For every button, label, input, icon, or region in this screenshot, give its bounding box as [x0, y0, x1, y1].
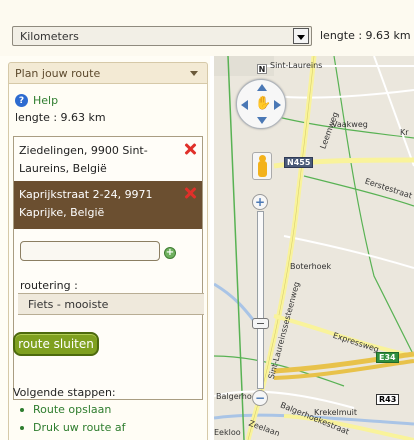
add-waypoint-icon[interactable]: + [164, 247, 176, 259]
pegman-body [258, 161, 267, 177]
waypoint-address: Ziedelingen, 9900 Sint-Laureins, België [19, 144, 148, 175]
map-pan-control[interactable]: N ✋ [236, 64, 286, 129]
plan-route-header[interactable]: Plan jouw route [8, 62, 208, 84]
step-print-route[interactable]: Druk uw route af [20, 421, 125, 434]
step-label[interactable]: Route opslaan [33, 403, 111, 416]
collapse-chevron-icon[interactable] [187, 71, 201, 76]
hand-icon[interactable]: ✋ [255, 96, 271, 111]
route-length-text: lengte : 9.63 km [15, 111, 106, 124]
routering-label: routering : [20, 279, 78, 292]
top-toolbar: Kilometers lengte : 9.63 km [0, 0, 414, 56]
zoom-slider-track[interactable] [257, 211, 264, 389]
map-label-boterhoek: Boterhoek [290, 262, 332, 271]
waypoint-item-selected[interactable]: Kaprijkstraat 2-24, 9971 Kaprijke, Belgi… [14, 181, 202, 229]
pan-left-icon[interactable] [241, 100, 248, 110]
map-label-sint-laureins: Sint-Laureins [270, 61, 323, 70]
pan-down-icon[interactable] [257, 117, 267, 124]
waypoint-address: Kaprijkstraat 2-24, 9971 Kaprijke, Belgi… [19, 188, 153, 219]
help-icon: ? [15, 94, 28, 107]
next-steps-label: Volgende stappen: [13, 386, 116, 399]
road-shield-e34: E34 [376, 352, 399, 363]
map-label-vaakweg: Vaakweg [332, 120, 368, 129]
zoom-slider-handle[interactable] [252, 317, 269, 329]
routering-select[interactable]: Fiets - mooiste [18, 293, 204, 315]
road-shield-r43: R43 [376, 394, 400, 405]
step-save-route[interactable]: Route opslaan [20, 403, 111, 416]
pan-up-icon[interactable] [257, 84, 267, 91]
waypoint-item[interactable]: Ziedelingen, 9900 Sint-Laureins, België [14, 137, 202, 181]
help-link[interactable]: ? Help [15, 94, 58, 107]
street-view-pegman-icon[interactable] [252, 152, 272, 180]
waypoint-list: Ziedelingen, 9900 Sint-Laureins, België … [13, 136, 204, 400]
map-label-eekloo: Eekloo [214, 428, 241, 437]
chevron-down-icon[interactable] [293, 28, 309, 44]
north-indicator: N [257, 64, 267, 74]
step-label[interactable]: Druk uw route af [33, 421, 125, 434]
route-planner-panel: Plan jouw route ? Help lengte : 9.63 km … [0, 56, 210, 440]
road-shield-n455: N455 [284, 157, 314, 168]
plan-route-title: Plan jouw route [15, 66, 101, 80]
bullet-icon [20, 407, 24, 412]
map-label-krekelmuit: Krekelmuit [314, 408, 357, 417]
delete-waypoint-icon[interactable] [184, 187, 196, 199]
map-label-kr: Kr [400, 128, 409, 137]
delete-waypoint-icon[interactable] [184, 143, 196, 155]
new-waypoint-input[interactable] [20, 241, 160, 261]
unit-select[interactable]: Kilometers [12, 26, 312, 46]
help-label[interactable]: Help [33, 94, 58, 107]
close-route-button[interactable]: route sluiten [13, 332, 99, 356]
unit-select-value: Kilometers [20, 29, 79, 43]
total-length-text: lengte : 9.63 km [320, 29, 411, 42]
pan-right-icon[interactable] [274, 100, 281, 110]
map-view[interactable]: Sint-Laureins Vaakweg Leemweg Eerstestra… [214, 56, 414, 440]
bullet-icon [20, 425, 24, 430]
zoom-out-button[interactable]: − [252, 390, 268, 406]
zoom-in-button[interactable]: + [252, 194, 268, 210]
